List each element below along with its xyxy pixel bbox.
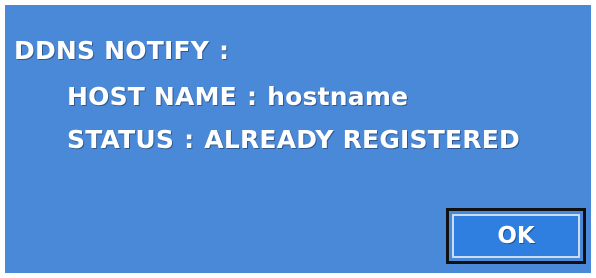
dialog-title: DDNS NOTIFY: bbox=[14, 36, 239, 65]
status-row: STATUS: ALREADY REGISTERED bbox=[67, 125, 520, 154]
ok-button-label: OK bbox=[452, 214, 580, 258]
ddns-notify-dialog: DDNS NOTIFY: HOST NAME: hostname STATUS: A… bbox=[5, 5, 591, 273]
status-separator: : bbox=[184, 125, 195, 154]
status-label: STATUS bbox=[67, 125, 175, 154]
status-value: ALREADY REGISTERED bbox=[204, 125, 520, 154]
ok-button[interactable]: OK bbox=[446, 208, 586, 264]
host-name-separator: : bbox=[246, 82, 258, 111]
host-name-row: HOST NAME: hostname bbox=[67, 82, 408, 111]
dialog-title-text: DDNS NOTIFY bbox=[14, 36, 210, 65]
title-separator: : bbox=[219, 36, 230, 65]
host-name-value: hostname bbox=[267, 82, 409, 111]
host-name-label: HOST NAME bbox=[67, 82, 237, 111]
